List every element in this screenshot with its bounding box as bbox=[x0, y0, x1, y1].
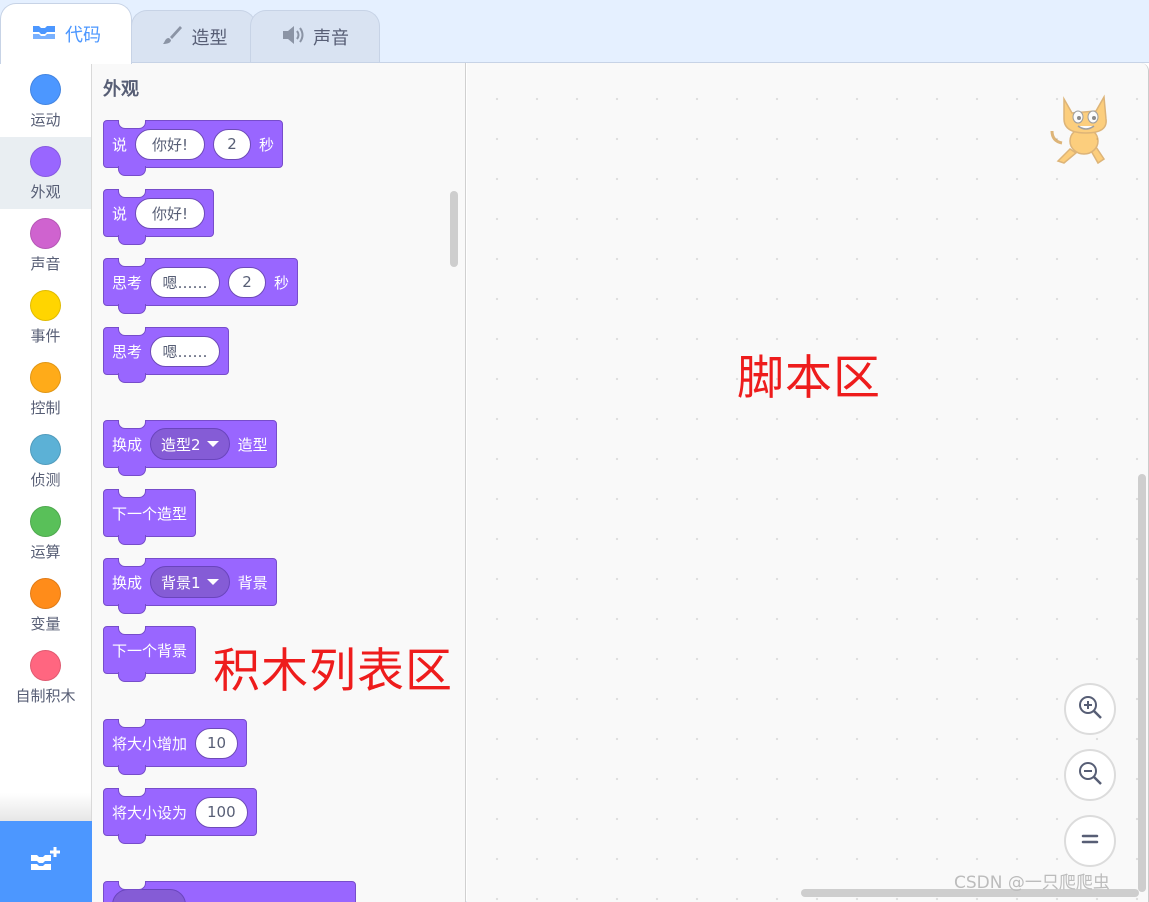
category-label: 侦测 bbox=[30, 471, 61, 489]
script-area-annotation: 脚本区 bbox=[737, 351, 881, 406]
block-think-for-secs[interactable]: 思考 嗯…… 2 秒 bbox=[103, 258, 299, 314]
block-set-size[interactable]: 将大小设为 100 bbox=[103, 788, 257, 844]
block-palette: 外观 说 你好! 2 秒 说 你好! 思考 嗯…… 2 秒 思考 嗯…… 换成 … bbox=[92, 63, 466, 902]
script-area-vertical-scrollbar[interactable] bbox=[1138, 474, 1146, 892]
block-partial[interactable] bbox=[103, 881, 356, 902]
block-switch-costume[interactable]: 换成 造型2 造型 bbox=[103, 420, 277, 476]
tab-sounds[interactable]: 声音 bbox=[250, 10, 380, 63]
tab-costumes[interactable]: 造型 bbox=[131, 10, 256, 63]
code-workspace: 运动 外观 声音 事件 控制 侦测 运算 变量 自制积木 外观 说 你好! 2 … bbox=[0, 62, 1149, 902]
backdrop-dropdown[interactable]: 背景1 bbox=[150, 566, 230, 598]
category-dot-icon bbox=[30, 434, 61, 465]
dropdown-caret-icon bbox=[206, 441, 219, 447]
palette-scrollbar[interactable] bbox=[450, 191, 458, 267]
block-label: 换成 bbox=[112, 435, 143, 454]
category-sound[interactable]: 声音 bbox=[0, 209, 91, 281]
add-extension-button[interactable] bbox=[0, 821, 92, 902]
category-operators[interactable]: 运算 bbox=[0, 497, 91, 569]
watermark: CSDN @一只爬爬虫 bbox=[954, 873, 1110, 893]
category-label: 控制 bbox=[30, 399, 61, 417]
zoom-out-icon bbox=[1076, 759, 1104, 791]
category-dot-icon bbox=[30, 362, 61, 393]
block-switch-backdrop[interactable]: 换成 背景1 背景 bbox=[103, 558, 277, 614]
editor-tab-bar: 代码 造型 声音 bbox=[0, 0, 1149, 64]
zoom-out-button[interactable] bbox=[1064, 749, 1116, 801]
category-dot-icon bbox=[30, 74, 61, 105]
category-label: 自制积木 bbox=[15, 687, 76, 705]
category-motion[interactable]: 运动 bbox=[0, 65, 91, 137]
script-area[interactable]: 脚本区 bbox=[467, 63, 1149, 902]
category-label: 变量 bbox=[30, 615, 61, 633]
block-label: 将大小设为 bbox=[112, 803, 188, 822]
block-label: 思考 bbox=[112, 342, 143, 361]
size-change-input[interactable]: 10 bbox=[195, 727, 239, 759]
category-dot-icon bbox=[30, 290, 61, 321]
category-fade bbox=[0, 793, 91, 821]
tab-costumes-label: 造型 bbox=[191, 28, 228, 49]
size-set-input[interactable]: 100 bbox=[195, 796, 248, 828]
costume-dropdown[interactable]: 造型2 bbox=[150, 428, 230, 460]
tab-code-label: 代码 bbox=[65, 25, 101, 46]
palette-section-title: 外观 bbox=[103, 79, 139, 100]
category-menu: 运动 外观 声音 事件 控制 侦测 运算 变量 自制积木 bbox=[0, 63, 92, 902]
category-label: 声音 bbox=[30, 255, 61, 273]
tab-code[interactable]: 代码 bbox=[0, 3, 132, 64]
costume-dropdown-value: 造型2 bbox=[161, 435, 201, 454]
block-change-size[interactable]: 将大小增加 10 bbox=[103, 719, 248, 775]
say-text-input[interactable]: 你好! bbox=[135, 197, 206, 229]
backdrop-dropdown-value: 背景1 bbox=[161, 573, 201, 592]
category-dot-icon bbox=[30, 650, 61, 681]
category-sensing[interactable]: 侦测 bbox=[0, 425, 91, 497]
category-dot-icon bbox=[30, 146, 61, 177]
category-control[interactable]: 控制 bbox=[0, 353, 91, 425]
category-my-blocks[interactable]: 自制积木 bbox=[0, 641, 91, 713]
brush-icon bbox=[160, 23, 184, 52]
block-label: 下一个背景 bbox=[112, 641, 188, 660]
partial-block-dropdown[interactable] bbox=[112, 889, 186, 902]
zoom-reset-icon bbox=[1078, 827, 1102, 855]
category-variables[interactable]: 变量 bbox=[0, 569, 91, 641]
block-say-for-secs[interactable]: 说 你好! 2 秒 bbox=[103, 120, 284, 176]
category-label: 外观 bbox=[30, 183, 61, 201]
category-dot-icon bbox=[30, 578, 61, 609]
zoom-in-button[interactable] bbox=[1064, 683, 1116, 735]
block-label: 下一个造型 bbox=[112, 504, 188, 523]
say-secs-input[interactable]: 2 bbox=[213, 128, 252, 160]
palette-annotation: 积木列表区 bbox=[213, 644, 453, 699]
think-secs-input[interactable]: 2 bbox=[228, 266, 267, 298]
category-label: 运动 bbox=[30, 111, 61, 129]
block-label: 将大小增加 bbox=[112, 734, 188, 753]
block-next-costume[interactable]: 下一个造型 bbox=[103, 489, 197, 545]
speaker-icon bbox=[281, 24, 305, 51]
category-events[interactable]: 事件 bbox=[0, 281, 91, 353]
block-label: 思考 bbox=[112, 273, 143, 292]
sprite-cat-icon bbox=[1050, 89, 1122, 167]
block-unit-label: 秒 bbox=[259, 135, 275, 154]
category-label: 事件 bbox=[30, 327, 61, 345]
dropdown-caret-icon bbox=[206, 579, 219, 585]
say-text-input[interactable]: 你好! bbox=[135, 128, 206, 160]
block-label: 说 bbox=[112, 135, 128, 154]
block-think[interactable]: 思考 嗯…… bbox=[103, 327, 230, 383]
code-icon bbox=[31, 22, 57, 47]
block-label: 说 bbox=[112, 204, 128, 223]
category-looks[interactable]: 外观 bbox=[0, 137, 91, 209]
zoom-in-icon bbox=[1076, 693, 1104, 725]
tab-sounds-label: 声音 bbox=[313, 28, 349, 49]
zoom-reset-button[interactable] bbox=[1064, 815, 1116, 867]
block-say[interactable]: 说 你好! bbox=[103, 189, 215, 245]
think-text-input[interactable]: 嗯…… bbox=[150, 266, 221, 298]
block-next-backdrop[interactable]: 下一个背景 bbox=[103, 626, 197, 682]
block-unit-label: 秒 bbox=[274, 273, 290, 292]
category-label: 运算 bbox=[30, 543, 61, 561]
think-text-input[interactable]: 嗯…… bbox=[150, 335, 221, 367]
block-suffix-label: 背景 bbox=[237, 573, 268, 592]
category-dot-icon bbox=[30, 218, 61, 249]
category-dot-icon bbox=[30, 506, 61, 537]
block-label: 换成 bbox=[112, 573, 143, 592]
add-extension-icon bbox=[29, 845, 63, 879]
block-suffix-label: 造型 bbox=[237, 435, 268, 454]
